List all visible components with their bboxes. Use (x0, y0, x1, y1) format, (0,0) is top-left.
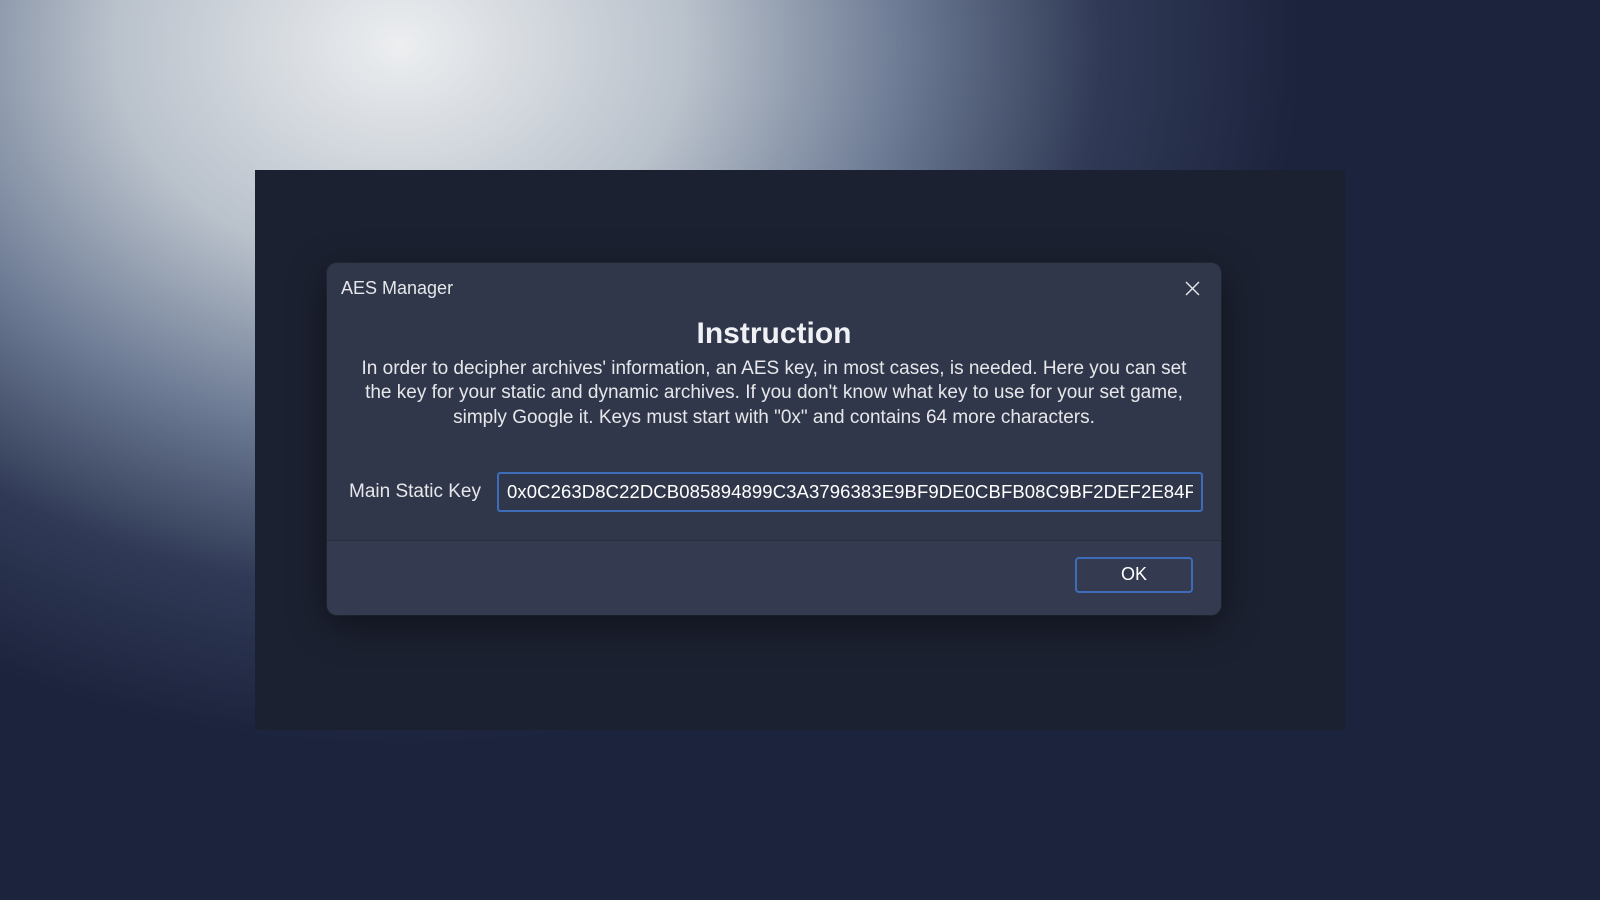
main-static-key-input[interactable] (497, 472, 1203, 512)
main-static-key-row: Main Static Key (345, 472, 1203, 512)
instruction-heading: Instruction (345, 317, 1203, 351)
desktop-background: AES Manager Instruction In order to deci… (0, 0, 1600, 900)
main-static-key-label: Main Static Key (345, 481, 481, 503)
dialog-window-title: AES Manager (341, 278, 453, 299)
dialog-body: Instruction In order to decipher archive… (327, 303, 1221, 541)
dialog-titlebar[interactable]: AES Manager (327, 263, 1221, 303)
close-button[interactable] (1177, 273, 1207, 303)
ok-button[interactable]: OK (1075, 557, 1193, 593)
aes-manager-dialog: AES Manager Instruction In order to deci… (327, 263, 1221, 615)
close-icon (1185, 281, 1200, 296)
dialog-footer: OK (327, 541, 1221, 615)
instruction-body-text: In order to decipher archives' informati… (345, 357, 1203, 430)
